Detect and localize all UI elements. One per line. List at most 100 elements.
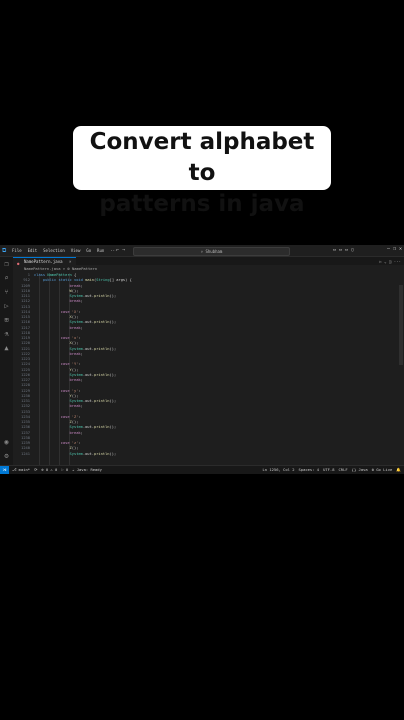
code-line[interactable]: 1240 Z();: [13, 446, 404, 451]
remote-indicator[interactable]: ⋊: [0, 466, 9, 474]
menu-file[interactable]: File: [12, 248, 22, 253]
code-line[interactable]: 1212 break;: [13, 299, 404, 304]
status-language[interactable]: {} Java: [352, 466, 368, 474]
code-text[interactable]: System.out.println();: [34, 373, 117, 378]
status-cursor[interactable]: Ln 1256, Col 2: [262, 466, 294, 474]
account-icon[interactable]: ◉: [3, 439, 10, 446]
status-eol[interactable]: CRLF: [339, 466, 348, 474]
code-text[interactable]: System.out.println();: [34, 294, 117, 299]
code-line[interactable]: 1219 case 'x':: [13, 336, 404, 341]
code-line[interactable]: 1236 System.out.println();: [13, 425, 404, 430]
editor-scrollbar[interactable]: [399, 285, 403, 365]
run-debug-icon[interactable]: ▷: [3, 303, 10, 310]
code-line[interactable]: 1235 Z();: [13, 420, 404, 425]
tab-namepattern[interactable]: ● NamePattern.java ×: [13, 257, 77, 266]
breadcrumb[interactable]: NamePattern.java > ⚙ NamePattern: [24, 266, 97, 271]
code-text[interactable]: case 'Y':: [34, 362, 81, 367]
code-line[interactable]: 1214 case 'X':: [13, 310, 404, 315]
search-icon[interactable]: ⌕: [3, 275, 10, 282]
code-text[interactable]: break;: [34, 284, 83, 289]
code-text[interactable]: case 'X':: [34, 310, 81, 315]
maximize-button[interactable]: ❐: [393, 246, 396, 252]
code-text[interactable]: X();: [34, 315, 79, 320]
code-line[interactable]: 1216 System.out.println();: [13, 320, 404, 325]
code-line[interactable]: 1233: [13, 410, 404, 415]
close-window-button[interactable]: ✕: [399, 246, 402, 252]
code-text[interactable]: case 'y':: [34, 389, 81, 394]
code-line[interactable]: 1238: [13, 436, 404, 441]
notifications-bell-icon[interactable]: 🔔: [396, 466, 401, 474]
status-encoding[interactable]: UTF-8: [323, 466, 334, 474]
menu-selection[interactable]: Selection: [43, 248, 65, 253]
code-line[interactable]: 1223: [13, 357, 404, 362]
code-line[interactable]: 1241 System.out.println();: [13, 452, 404, 457]
code-line[interactable]: 1209 break;: [13, 284, 404, 289]
code-line[interactable]: 1217 break;: [13, 326, 404, 331]
status-problems[interactable]: ⊗ 0 ⚠ 0: [41, 466, 57, 474]
remote-explorer-icon[interactable]: ▲: [3, 345, 10, 352]
code-editor[interactable]: 1 class NamePattern {912 public static vo…: [13, 273, 404, 466]
extensions-icon[interactable]: ⊞: [3, 317, 10, 324]
code-text[interactable]: X();: [34, 341, 79, 346]
code-text[interactable]: Y();: [34, 394, 79, 399]
code-text[interactable]: case 'z':: [34, 441, 81, 446]
code-line[interactable]: 1221 System.out.println();: [13, 347, 404, 352]
editor-actions[interactable]: ▷ ⌄ ◫ ···: [379, 259, 401, 264]
code-line[interactable]: 1224 case 'Y':: [13, 362, 404, 367]
code-text[interactable]: Z();: [34, 446, 79, 451]
manage-gear-icon[interactable]: ⚙: [3, 453, 10, 460]
code-line[interactable]: 1237 break;: [13, 431, 404, 436]
code-line[interactable]: 1220 X();: [13, 341, 404, 346]
status-branch[interactable]: ⎇ main*: [12, 466, 30, 474]
code-line[interactable]: 1222 break;: [13, 352, 404, 357]
code-text[interactable]: case 'Z':: [34, 415, 81, 420]
source-control-icon[interactable]: ⑂: [3, 289, 10, 296]
code-text[interactable]: break;: [34, 352, 83, 357]
code-line[interactable]: 1211 System.out.println();: [13, 294, 404, 299]
menu-view[interactable]: View: [71, 248, 81, 253]
code-text[interactable]: break;: [34, 326, 83, 331]
code-line[interactable]: 1 class NamePattern {: [13, 273, 404, 278]
layout-toggle-icons[interactable]: ▭ ▭ ▭ ▯: [333, 247, 354, 253]
code-text[interactable]: break;: [34, 378, 83, 383]
status-sync[interactable]: ⟳: [34, 466, 37, 474]
code-text[interactable]: System.out.println();: [34, 452, 117, 457]
code-text[interactable]: class NamePattern {: [34, 273, 76, 278]
code-text[interactable]: Z();: [34, 420, 79, 425]
code-line[interactable]: 1218: [13, 331, 404, 336]
code-text[interactable]: Y();: [34, 368, 79, 373]
code-text[interactable]: public static void main(String[] args) {: [34, 278, 132, 283]
testing-icon[interactable]: ⚗: [3, 331, 10, 338]
code-text[interactable]: break;: [34, 299, 83, 304]
code-text[interactable]: case 'x':: [34, 336, 81, 341]
code-line[interactable]: 1227 break;: [13, 378, 404, 383]
menu-run[interactable]: Run: [97, 248, 104, 253]
command-center-search[interactable]: ⌕ Shubham: [133, 247, 290, 256]
code-text[interactable]: break;: [34, 431, 83, 436]
close-tab-icon[interactable]: ×: [69, 259, 71, 264]
menu-go[interactable]: Go: [86, 248, 91, 253]
code-line[interactable]: 1228: [13, 383, 404, 388]
code-text[interactable]: System.out.println();: [34, 347, 117, 352]
code-line[interactable]: 1210 W();: [13, 289, 404, 294]
code-text[interactable]: System.out.println();: [34, 320, 117, 325]
code-line[interactable]: 1215 X();: [13, 315, 404, 320]
code-line[interactable]: 1225 Y();: [13, 368, 404, 373]
status-go-live[interactable]: ⚙ Go Live: [372, 466, 393, 474]
code-line[interactable]: 1232 break;: [13, 404, 404, 409]
nav-arrows[interactable]: ← →: [116, 247, 125, 253]
status-java-ready[interactable]: ☕ Java: Ready: [72, 466, 102, 474]
code-line[interactable]: 1231 System.out.println();: [13, 399, 404, 404]
code-line[interactable]: 1234 case 'Z':: [13, 415, 404, 420]
minimize-button[interactable]: —: [387, 246, 390, 252]
status-ports[interactable]: ⚐ 0: [61, 466, 68, 474]
menu-edit[interactable]: Edit: [28, 248, 38, 253]
code-line[interactable]: 1229 case 'y':: [13, 389, 404, 394]
code-line[interactable]: 1226 System.out.println();: [13, 373, 404, 378]
code-text[interactable]: System.out.println();: [34, 425, 117, 430]
code-line[interactable]: 1239 case 'z':: [13, 441, 404, 446]
code-text[interactable]: System.out.println();: [34, 399, 117, 404]
status-indent[interactable]: Spaces: 4: [299, 466, 320, 474]
code-line[interactable]: 912 public static void main(String[] arg…: [13, 278, 404, 283]
code-line[interactable]: 1230 Y();: [13, 394, 404, 399]
